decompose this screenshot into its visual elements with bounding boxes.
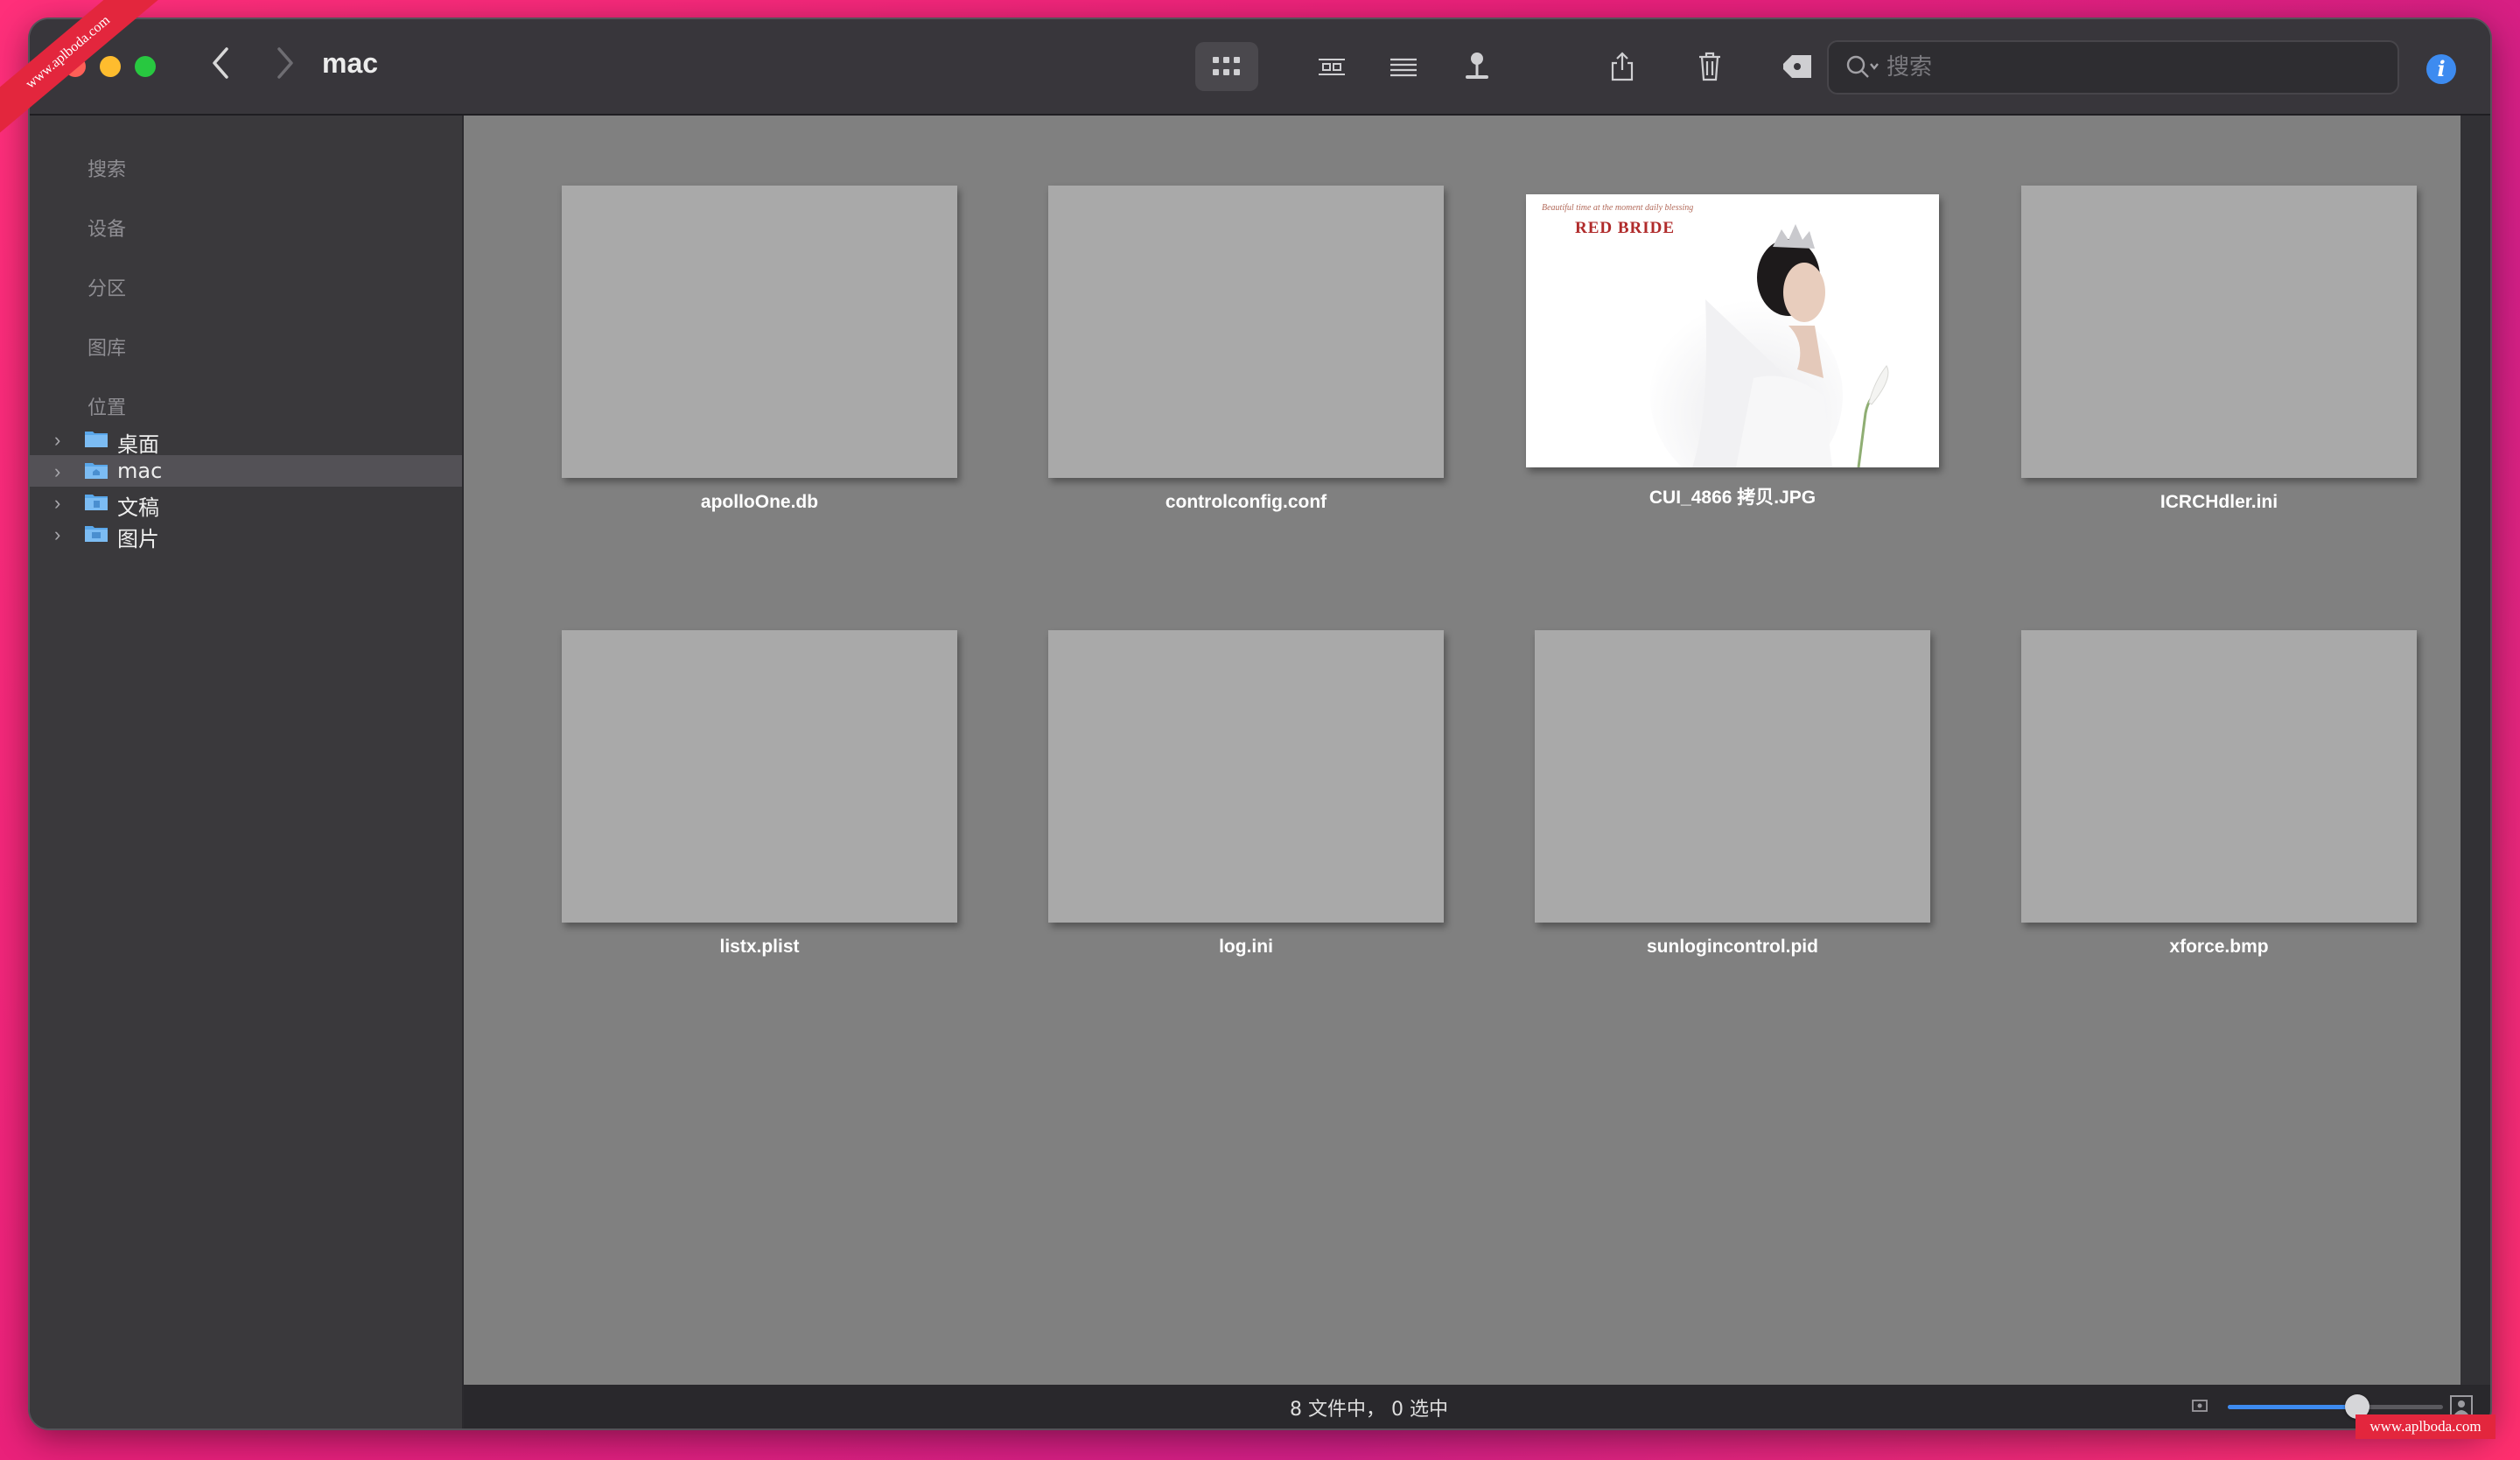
share-button[interactable] xyxy=(1591,42,1654,91)
search-input[interactable] xyxy=(1885,49,2378,86)
sidebar-item-label: 图片 xyxy=(117,527,159,551)
watermark-bottom-banner: www.aplboda.com xyxy=(2356,1414,2496,1439)
info-button[interactable]: i xyxy=(2426,54,2456,84)
scrollbar[interactable] xyxy=(2460,116,2490,1385)
gallery-view-button[interactable] xyxy=(1300,42,1363,91)
file-thumbnail[interactable] xyxy=(1535,630,1930,923)
sidebar-section-partitions[interactable]: 分区 xyxy=(88,273,126,301)
small-thumbnail-icon xyxy=(2192,1400,2208,1412)
window-title: mac xyxy=(322,47,379,79)
sidebar-item-label: 桌面 xyxy=(117,432,159,457)
file-thumbnail[interactable] xyxy=(562,186,957,478)
minimize-window-button[interactable] xyxy=(100,56,121,77)
file-thumbnail[interactable] xyxy=(562,630,957,923)
forward-button[interactable] xyxy=(266,46,304,88)
home-folder-icon xyxy=(85,463,108,479)
folder-icon xyxy=(85,432,108,447)
disclosure-chevron-icon[interactable]: › xyxy=(54,523,60,546)
slider-fill xyxy=(2228,1405,2357,1409)
pin-icon xyxy=(1466,53,1488,79)
sidebar-section-locations: 位置 xyxy=(88,397,127,419)
location-button[interactable] xyxy=(1446,42,1508,91)
thumbnail-size-slider[interactable] xyxy=(2228,1394,2443,1419)
sidebar-item-documents[interactable]: › 文稿 xyxy=(30,487,462,520)
sidebar-item-desktop[interactable]: › 桌面 xyxy=(30,424,462,457)
photo-script-text: Beautiful time at the moment daily bless… xyxy=(1542,203,1694,213)
titlebar: mac 搜索 i xyxy=(30,19,2490,116)
file-thumbnail[interactable] xyxy=(2021,630,2417,923)
documents-folder-icon xyxy=(85,495,108,510)
status-bar: 8 文件中， 0 选中 xyxy=(464,1385,2490,1428)
share-icon xyxy=(1611,52,1634,81)
sidebar-item-label: mac xyxy=(117,459,163,483)
sidebar-section-search[interactable]: 搜索 xyxy=(88,154,126,182)
trash-icon xyxy=(1699,52,1720,81)
file-thumbnail[interactable] xyxy=(1048,630,1444,923)
file-name[interactable]: xforce.bmp xyxy=(1974,937,2464,958)
grid-view-icon xyxy=(1213,57,1240,75)
delete-button[interactable] xyxy=(1678,42,1741,91)
file-name[interactable]: controlconfig.conf xyxy=(1001,492,1491,513)
photo-title-text: RED BRIDE xyxy=(1575,219,1676,237)
file-name[interactable]: apolloOne.db xyxy=(514,492,1004,513)
file-name[interactable]: log.ini xyxy=(1001,937,1491,958)
sidebar-item-label: 文稿 xyxy=(117,495,159,520)
icon-view-button[interactable] xyxy=(1195,42,1258,91)
gallery-view-icon xyxy=(1319,59,1345,75)
sidebar: 搜索 设备 分区 图库 位置 › 桌面 › mac › 文稿 › 图片 xyxy=(30,116,462,1428)
disclosure-chevron-icon[interactable]: › xyxy=(54,492,60,515)
disclosure-chevron-icon[interactable]: › xyxy=(54,429,60,452)
info-icon: i xyxy=(2437,56,2446,81)
sidebar-section-library[interactable]: 图库 xyxy=(88,333,126,361)
file-name[interactable]: CUI_4866 拷贝.JPG xyxy=(1488,483,1978,509)
pictures-folder-icon xyxy=(85,526,108,542)
chevron-left-icon xyxy=(213,47,228,79)
tags-button[interactable] xyxy=(1766,42,1829,91)
sidebar-section-devices[interactable]: 设备 xyxy=(88,214,126,242)
sidebar-item-mac[interactable]: › mac xyxy=(30,455,462,487)
file-name[interactable]: sunlogincontrol.pid xyxy=(1488,937,1978,958)
file-name[interactable]: ICRCHdler.ini xyxy=(1974,492,2464,513)
file-thumbnail-photo[interactable]: Beautiful time at the moment daily bless… xyxy=(1526,194,1939,467)
finder-window: mac 搜索 i 搜索 设备 分区 图库 位置 › 桌面 › mac › 文稿 … xyxy=(30,19,2490,1428)
chevron-right-icon xyxy=(277,47,293,79)
maximize-window-button[interactable] xyxy=(135,56,156,77)
disclosure-chevron-icon[interactable]: › xyxy=(54,460,60,483)
tag-icon xyxy=(1783,55,1811,78)
search-field[interactable] xyxy=(1827,40,2399,95)
sidebar-item-pictures[interactable]: › 图片 xyxy=(30,518,462,551)
file-name[interactable]: listx.plist xyxy=(514,937,1004,958)
file-thumbnail[interactable] xyxy=(1048,186,1444,478)
search-icon xyxy=(1846,55,1879,78)
file-thumbnail[interactable] xyxy=(2021,186,2417,478)
list-view-icon xyxy=(1390,58,1417,77)
item-count-text: 8 文件中， 0 选中 xyxy=(1290,1399,1448,1421)
list-view-button[interactable] xyxy=(1372,42,1435,91)
back-button[interactable] xyxy=(201,46,240,88)
file-grid: apolloOne.db controlconfig.conf Beautifu… xyxy=(464,116,2460,1385)
